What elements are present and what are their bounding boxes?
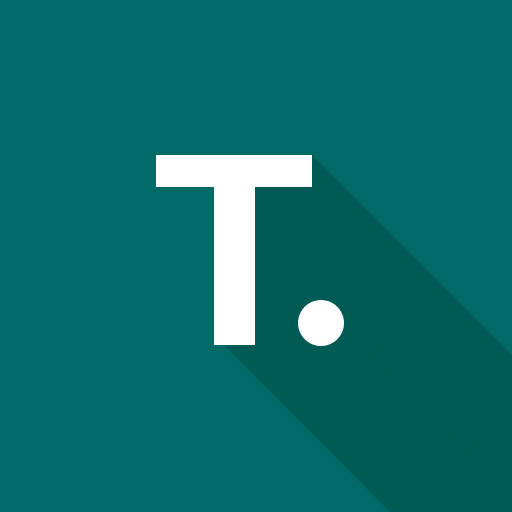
- letter-t-dot-logo-icon: [0, 0, 512, 512]
- app-logo-tile: [0, 0, 512, 512]
- dot-glyph: [298, 300, 344, 346]
